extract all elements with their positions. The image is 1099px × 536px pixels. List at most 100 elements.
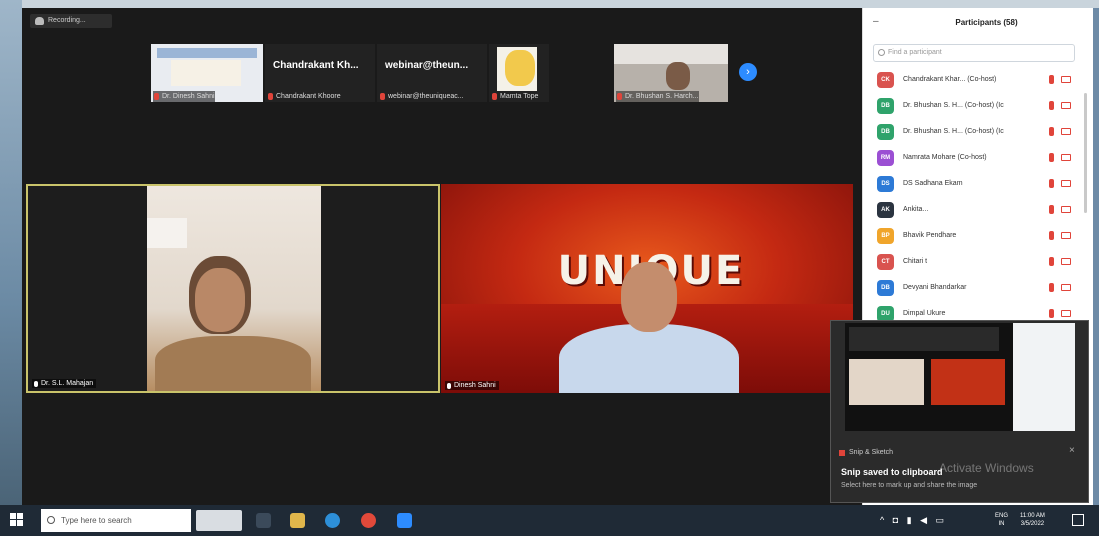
thumbnail-label: Dr. Dinesh Sahni (153, 91, 215, 102)
mic-muted-icon (268, 93, 273, 100)
participant-row[interactable]: AK Ankita... (873, 198, 1083, 224)
video-off-icon[interactable] (1061, 232, 1071, 239)
notification-icon[interactable] (1072, 514, 1084, 526)
mic-muted-icon[interactable] (1049, 283, 1054, 292)
close-icon[interactable]: × (1069, 445, 1075, 456)
participant-row[interactable]: CK Chandrakant Khar... (Co-host) (873, 68, 1083, 94)
tile-name-label: Dr. S.L. Mahajan (32, 379, 97, 388)
participant-name: DS Sadhana Ekam (903, 180, 963, 187)
file-explorer-icon[interactable] (290, 513, 305, 528)
video-off-icon[interactable] (1061, 154, 1071, 161)
participant-row[interactable]: BP Bhavik Pendhare (873, 224, 1083, 250)
avatar: DS (877, 176, 894, 192)
mic-muted-icon[interactable] (1049, 179, 1054, 188)
taskbar: Type here to search ^ ◘ ▮ ◀ ▭ ENG IN 11:0… (0, 505, 1099, 536)
snip-app-icon (839, 450, 845, 456)
mic-muted-icon[interactable] (1049, 231, 1054, 240)
recording-indicator[interactable]: Recording... (30, 14, 112, 28)
thumbnail-display-name: webinar@theun... (385, 60, 469, 71)
thumbnail-bhushan[interactable]: Dr. Bhushan S. Harch... (614, 44, 728, 102)
desktop-top-strip (0, 0, 1099, 8)
participant-body (155, 336, 311, 391)
avatar: DB (877, 98, 894, 114)
video-off-icon[interactable] (1061, 310, 1071, 317)
taskbar-search-placeholder: Type here to search (61, 516, 132, 525)
video-off-icon[interactable] (1061, 206, 1071, 213)
system-tray-icons[interactable]: ^ ◘ ▮ ◀ ▭ (880, 515, 947, 526)
participant-row[interactable]: DB Dr. Bhushan S. H... (Co-host) (Ic (873, 120, 1083, 146)
slide-body (171, 60, 241, 86)
video-background (614, 44, 728, 64)
participant-row[interactable]: DB Dr. Bhushan S. H... (Co-host) (Ic (873, 94, 1083, 120)
tile-name: Dinesh Sahni (454, 382, 496, 389)
thumbnail-dinesh[interactable]: Dr. Dinesh Sahni (151, 44, 263, 102)
thumbnail-label: Chandrakant Khoore (267, 91, 341, 102)
video-off-icon[interactable] (1061, 180, 1071, 187)
video-background (147, 218, 187, 248)
task-view-icon[interactable] (256, 513, 271, 528)
zoom-app-icon[interactable] (397, 513, 412, 528)
participant-list: CK Chandrakant Khar... (Co-host) DB Dr. Bhu… (873, 68, 1083, 328)
thumbnail-label: Mamta Tope (491, 91, 538, 102)
search-placeholder: Find a participant (888, 49, 942, 56)
participant-name: Dr. Bhushan S. H... (Co-host) (Ic (903, 128, 1004, 135)
avatar: BP (877, 228, 894, 244)
thumbnail-name: Dr. Dinesh Sahni (162, 93, 215, 100)
language-indicator[interactable]: ENG IN (995, 512, 1008, 528)
preview-strip (849, 327, 999, 351)
video-tile-speaker[interactable]: Dr. S.L. Mahajan (26, 184, 440, 393)
video-off-icon[interactable] (1061, 284, 1071, 291)
taskbar-search-input[interactable]: Type here to search (41, 509, 191, 532)
thumbnail-webinar[interactable]: webinar@theun... webinar@theuniqueac... (377, 44, 487, 102)
mic-muted-icon[interactable] (1049, 153, 1054, 162)
tile-name: Dr. S.L. Mahajan (41, 380, 94, 387)
thumbnail-name: Mamta Tope (500, 93, 539, 100)
snip-notification[interactable]: Snip & Sketch × Snip saved to clipboard … (830, 320, 1089, 503)
participant-name: Dr. Bhushan S. H... (Co-host) (Ic (903, 102, 1004, 109)
avatar: AK (877, 202, 894, 218)
mic-muted-icon (492, 93, 497, 100)
next-page-button[interactable]: › (739, 63, 757, 81)
snip-preview-image[interactable] (845, 323, 1075, 431)
clock-time: 11:00 AM (1020, 513, 1045, 519)
edge-icon[interactable] (325, 513, 340, 528)
participant-row[interactable]: DS DS Sadhana Ekam (873, 172, 1083, 198)
mic-muted-icon[interactable] (1049, 309, 1054, 318)
mic-muted-icon[interactable] (1049, 257, 1054, 266)
video-off-icon[interactable] (1061, 128, 1071, 135)
mic-muted-icon[interactable] (1049, 101, 1054, 110)
thumbnail-name: Chandrakant Khoore (276, 93, 341, 100)
chrome-icon[interactable] (361, 513, 376, 528)
clock-date: 3/5/2022 (1020, 521, 1045, 527)
avatar: DB (877, 280, 894, 296)
lang-region: IN (998, 521, 1005, 527)
preview-panel (1013, 323, 1075, 431)
mic-muted-icon[interactable] (1049, 205, 1054, 214)
tile-name-label: Dinesh Sahni (445, 381, 499, 390)
participant-name: Chitari t (903, 258, 928, 265)
video-tile-host[interactable]: UNIQUE Dinesh Sahni (441, 184, 853, 393)
video-off-icon[interactable] (1061, 102, 1071, 109)
snip-app-label: Snip & Sketch (849, 449, 893, 456)
participant-name: Devyani Bhandarkar (903, 284, 967, 291)
participant-row[interactable]: DB Devyani Bhandarkar (873, 276, 1083, 302)
participant-row[interactable]: RM Namrata Mohare (Co-host) (873, 146, 1083, 172)
mic-muted-icon[interactable] (1049, 75, 1054, 84)
video-off-icon[interactable] (1061, 258, 1071, 265)
participant-video (147, 186, 321, 391)
mic-icon (34, 381, 38, 387)
scrollbar[interactable] (1084, 93, 1087, 213)
participant-search-input[interactable]: Find a participant (873, 44, 1075, 62)
taskbar-clock[interactable]: 11:00 AM 3/5/2022 (1020, 512, 1045, 528)
thumbnail-mamta[interactable]: Mamta Tope (489, 44, 549, 102)
participant-row[interactable]: CT Chitari t (873, 250, 1083, 276)
avatar: DB (877, 124, 894, 140)
thumbnail-chandrakant[interactable]: Chandrakant Kh... Chandrakant Khoore (265, 44, 375, 102)
thumbnail-label: webinar@theuniqueac... (379, 91, 464, 102)
search-icon (878, 49, 885, 56)
windows-start-icon[interactable] (10, 513, 24, 527)
avatar: RM (877, 150, 894, 166)
mic-muted-icon[interactable] (1049, 127, 1054, 136)
video-off-icon[interactable] (1061, 76, 1071, 83)
participant-face (195, 268, 245, 332)
